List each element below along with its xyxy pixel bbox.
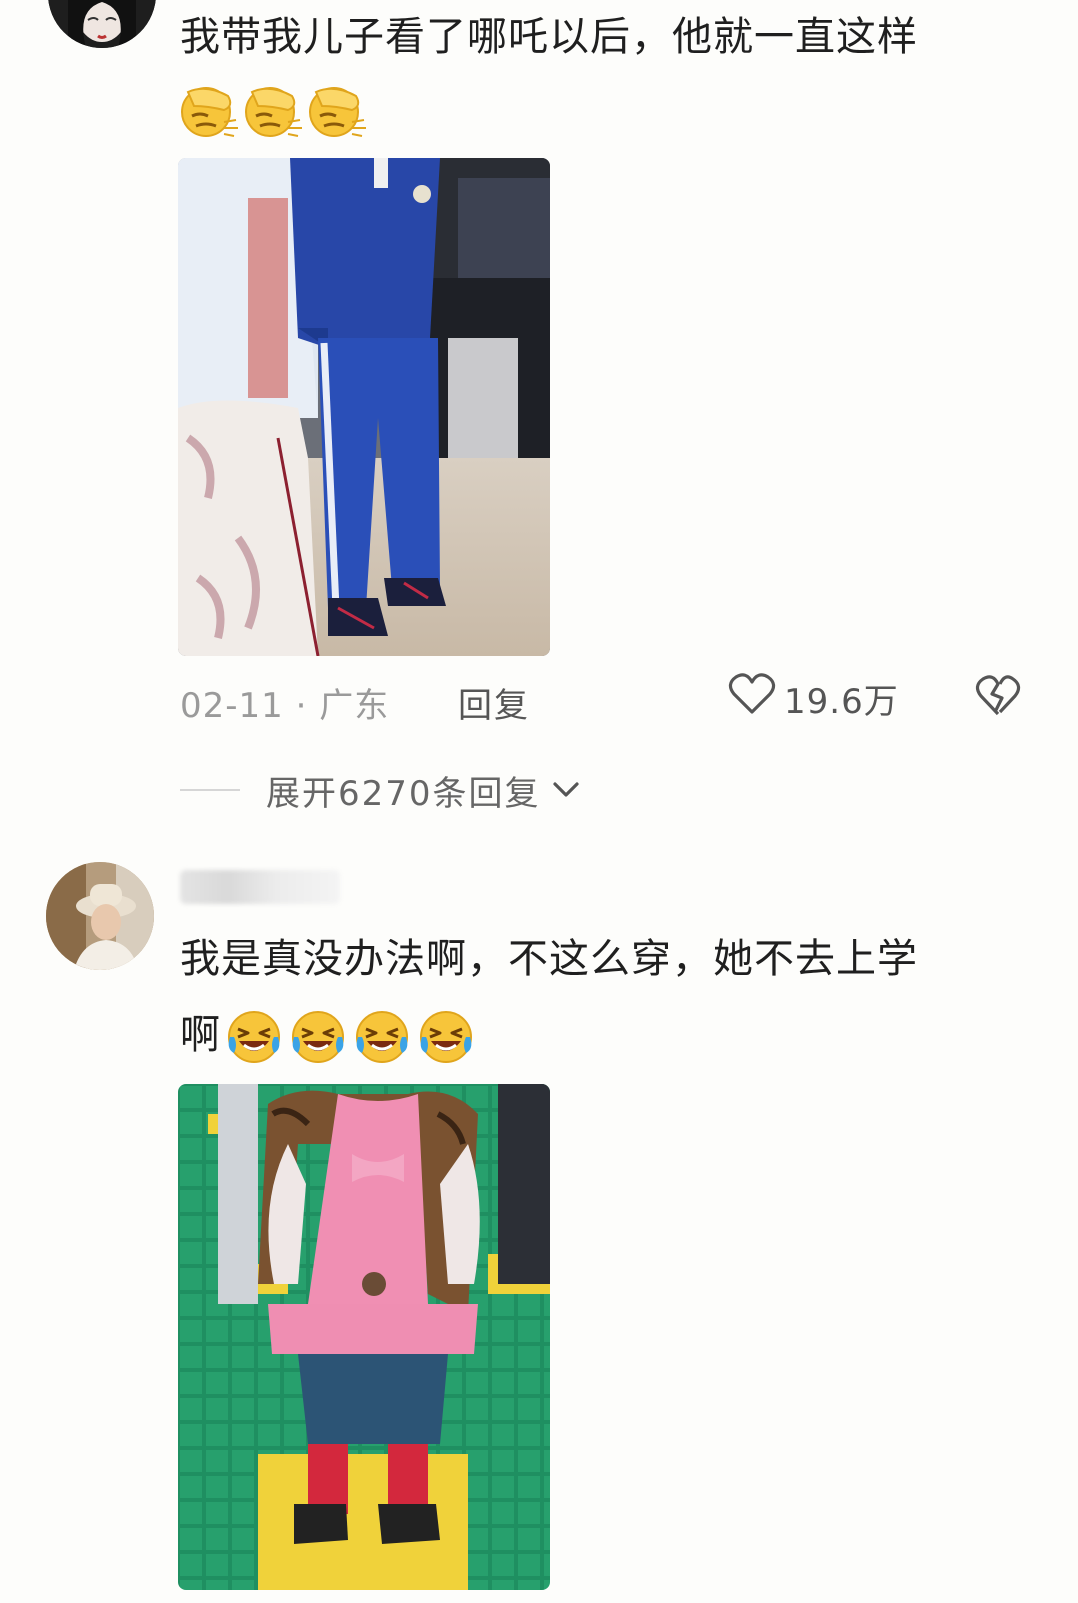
emoji-row [226, 1009, 474, 1065]
like-button[interactable]: 19.6万 [728, 672, 899, 725]
laughing-crying-emoji [290, 1009, 346, 1065]
chevron-down-icon [549, 770, 583, 810]
comment-feed: 我带我儿子看了哪吒以后，他就一直这样 02-11 · 广东 回复 19.6万 展… [0, 0, 1078, 1603]
avatar[interactable] [48, 0, 156, 48]
facepalm-emoji [306, 82, 366, 138]
comment-photo[interactable] [178, 158, 550, 656]
avatar[interactable] [46, 862, 154, 970]
laughing-crying-emoji [354, 1009, 410, 1065]
heart-icon [728, 672, 776, 725]
username-blurred[interactable] [180, 870, 340, 904]
reply-button[interactable]: 回复 [458, 678, 530, 727]
broken-heart-icon [975, 675, 1021, 727]
emoji-row [178, 82, 366, 138]
comment-text-line: 我是真没办法啊，不这么穿，她不去上学 [180, 936, 918, 982]
comment-date-location: 02-11 · 广东 [180, 686, 390, 726]
facepalm-emoji [178, 82, 238, 138]
comment-text: 我带我儿子看了哪吒以后，他就一直这样 [180, 14, 918, 60]
divider [180, 789, 240, 791]
laughing-crying-emoji [226, 1009, 282, 1065]
like-count: 19.6万 [784, 682, 899, 722]
comment-meta: 02-11 · 广东 回复 19.6万 [180, 672, 1030, 728]
facepalm-emoji [242, 82, 302, 138]
laughing-crying-emoji [418, 1009, 474, 1065]
dislike-button[interactable] [975, 674, 1021, 727]
expand-replies-label: 展开6270条回复 [266, 773, 541, 814]
expand-replies-button[interactable]: 展开6270条回复 [180, 764, 583, 816]
comment-photo[interactable] [178, 1084, 550, 1590]
